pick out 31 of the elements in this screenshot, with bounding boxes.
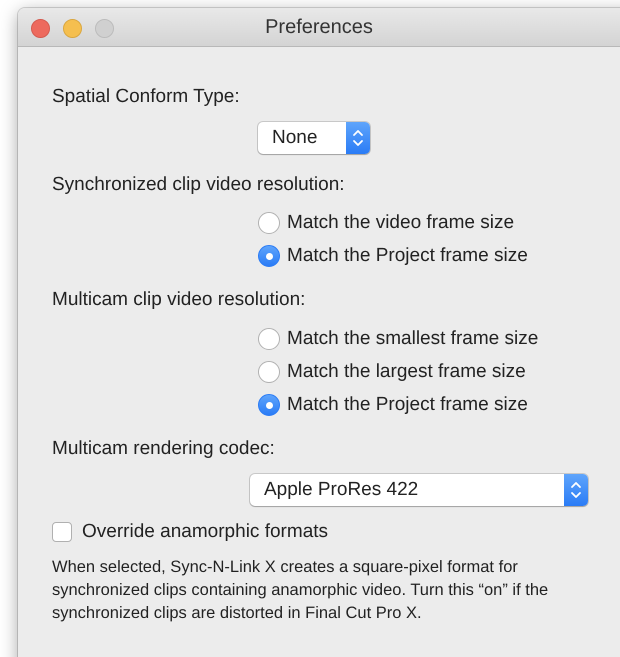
description-text: When selected, Sync-N-Link X creates a square-pixel format for synchronized clips containing anamorphic video. Turn this “on” if the synchronized clips are distorted in Final Cut Pro X. — [52, 557, 550, 624]
section-label: Multicam clip video resolution: — [52, 288, 306, 312]
option-label: Match the Project frame size — [287, 393, 528, 417]
radio-button[interactable] — [258, 328, 280, 350]
checkbox[interactable] — [52, 522, 72, 542]
close-icon[interactable] — [31, 19, 50, 38]
checkbox-label: Override anamorphic formats — [82, 520, 328, 544]
popup-button[interactable]: Apple ProRes 422 — [250, 474, 588, 506]
option-label: Match the largest frame size — [287, 360, 526, 384]
section-label: Synchronized clip video resolution: — [52, 173, 346, 197]
radio-option[interactable]: Match the Project frame size — [258, 393, 620, 417]
option-label: Match the smallest frame size — [287, 327, 538, 351]
minimize-icon[interactable] — [63, 19, 82, 38]
popup-button[interactable]: None — [258, 122, 370, 154]
section-label: Spatial Conform Type: — [52, 85, 241, 109]
option-label: Match the Project frame size — [287, 244, 528, 268]
radio-button[interactable] — [258, 245, 280, 267]
window-title: Preferences — [265, 16, 373, 38]
zoom-icon[interactable] — [95, 19, 114, 38]
radio-option[interactable]: Match the smallest frame size — [258, 327, 620, 351]
radio-option[interactable]: Match the Project frame size — [258, 244, 620, 268]
radio-button[interactable] — [258, 361, 280, 383]
radio-button[interactable] — [258, 394, 280, 416]
radio-button[interactable] — [258, 212, 280, 234]
stepper-arrows-icon — [564, 474, 588, 506]
checkbox-option[interactable]: Override anamorphic formats — [52, 520, 620, 544]
radio-option[interactable]: Match the video frame size — [258, 211, 620, 235]
radio-option[interactable]: Match the largest frame size — [258, 360, 620, 384]
stepper-arrows-icon — [346, 122, 370, 154]
option-label: Match the video frame size — [287, 211, 514, 235]
section-label: Multicam rendering codec: — [52, 437, 276, 461]
